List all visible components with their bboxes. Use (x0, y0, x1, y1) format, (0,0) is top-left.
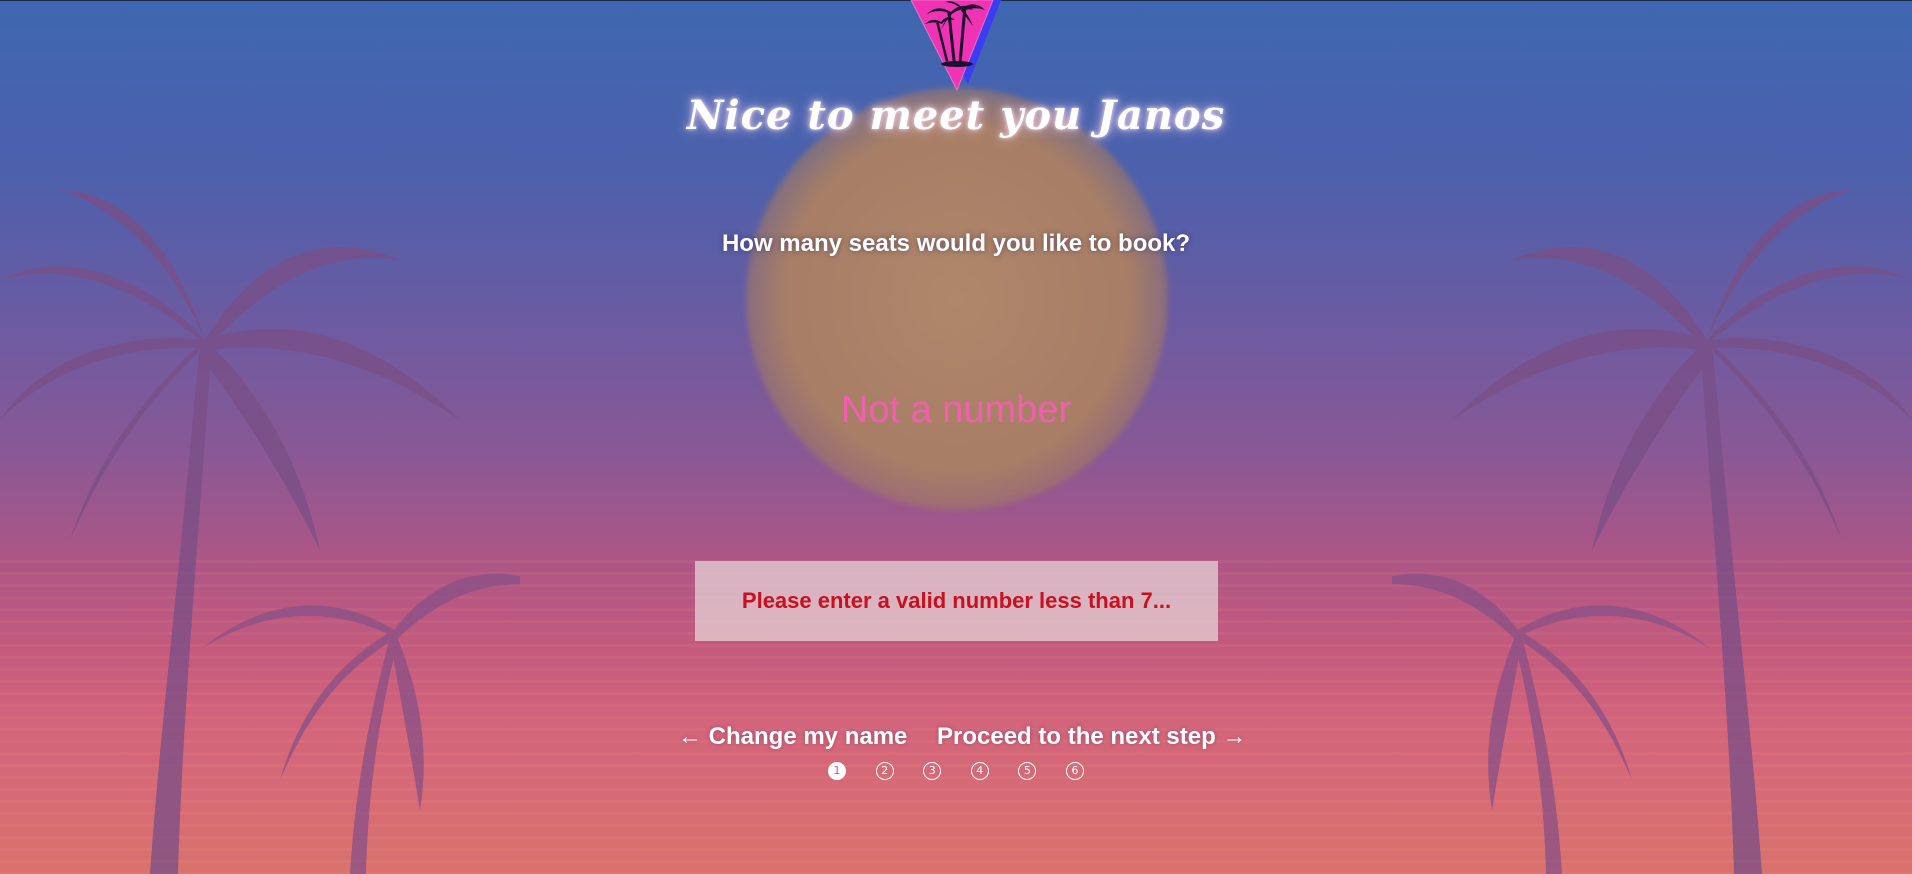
step-dot-2[interactable]: 2 (875, 762, 894, 780)
step-dot-1[interactable]: 1 (828, 762, 846, 780)
step-dot-4[interactable]: 4 (970, 762, 989, 780)
step-dot-3[interactable]: 3 (923, 762, 942, 780)
palm-tree-left-background (0, 190, 520, 874)
change-name-link[interactable]: ← Change my name (678, 723, 907, 751)
step-dot-6[interactable]: 6 (1065, 762, 1084, 780)
seats-question-label: How many seats would you like to book? (721, 230, 1191, 257)
error-message-text: Please enter a valid number less than 7.… (741, 588, 1172, 613)
step-indicator: 1 2 3 4 5 6 (828, 762, 1084, 786)
error-message-box: Please enter a valid number less than 7.… (695, 561, 1218, 641)
page-title: Nice to meet you Janos (686, 92, 1226, 139)
seats-input[interactable] (706, 382, 1206, 438)
palm-tree-triangle-logo-icon (910, 0, 1001, 92)
palm-tree-right-background (1392, 190, 1912, 874)
next-step-link[interactable]: Proceed to the next step → (937, 723, 1246, 751)
background-sun (746, 88, 1168, 510)
booking-page: Nice to meet you Janos How many seats wo… (0, 0, 1912, 874)
step-dot-5[interactable]: 5 (1018, 762, 1037, 780)
